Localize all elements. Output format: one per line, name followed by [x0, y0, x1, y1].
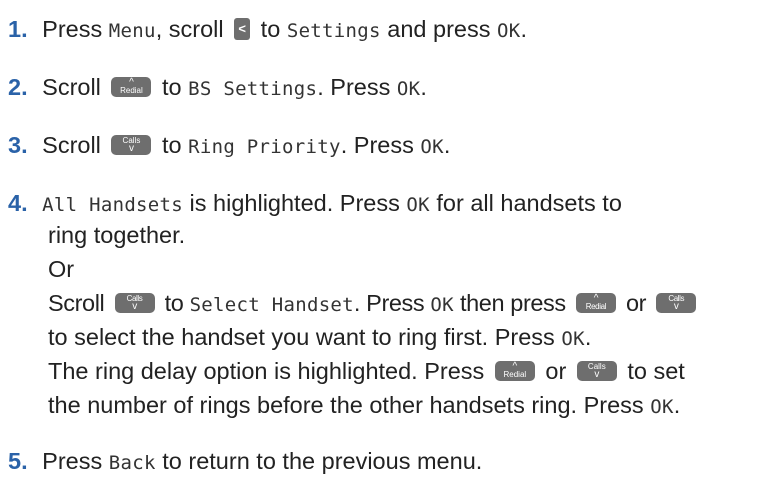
- lcd-menu: Menu: [108, 20, 156, 42]
- redial-key-icon: ^ Redial: [494, 360, 535, 381]
- step-number: 1: [8, 16, 22, 42]
- lcd-settings: Settings: [286, 20, 381, 42]
- step-4-line-4: Scroll Calls v to Select Handset. Press O…: [48, 288, 700, 320]
- calls-key-icon: Calls v: [656, 292, 697, 313]
- calls-key-icon: Calls v: [111, 134, 152, 155]
- redial-key-icon: ^ Redial: [575, 292, 616, 313]
- step-number: 3: [8, 132, 22, 158]
- step-number: 5: [8, 448, 22, 474]
- lcd-ok: OK: [430, 294, 454, 316]
- lcd-select-handset: Select Handset: [189, 294, 354, 316]
- lcd-ok: OK: [561, 328, 585, 350]
- step-4-line-7: the number of rings before the other han…: [48, 392, 681, 418]
- step-2: 2. Scroll ^ Redial to BS Settings. Press …: [8, 74, 427, 100]
- left-key-icon: <: [234, 17, 251, 40]
- lcd-ok: OK: [650, 396, 674, 418]
- step-3: 3. Scroll Calls v to Ring Priority. Press…: [8, 132, 451, 158]
- lcd-ok: OK: [396, 78, 421, 100]
- step-5: 5. Press Back to return to the previous …: [8, 448, 483, 474]
- lcd-all-handsets: All Handsets: [42, 194, 184, 216]
- redial-key-icon: ^ Redial: [111, 76, 152, 97]
- lcd-ok: OK: [406, 194, 430, 216]
- lcd-back: Back: [108, 452, 156, 474]
- step-4-line-6: The ring delay option is highlighted. Pr…: [48, 358, 685, 384]
- lcd-bs-settings: BS Settings: [188, 78, 318, 100]
- step-4-line-5: to select the handset you want to ring f…: [48, 324, 592, 350]
- calls-key-icon: Calls v: [576, 360, 617, 381]
- step-number: 4: [8, 190, 22, 216]
- lcd-ok: OK: [497, 20, 521, 42]
- step-4-or: Or: [48, 256, 75, 282]
- lcd-ok: OK: [420, 136, 444, 158]
- calls-key-icon: Calls v: [114, 292, 155, 313]
- lcd-ring-priority: Ring Priority: [188, 136, 341, 158]
- step-4: 4. All Handsets is highlighted. Press OK…: [8, 190, 622, 216]
- step-number: 2: [8, 74, 22, 100]
- step-4-line-2: ring together.: [48, 222, 186, 248]
- step-1: 1. Press Menu, scroll < to Settings and …: [8, 16, 528, 42]
